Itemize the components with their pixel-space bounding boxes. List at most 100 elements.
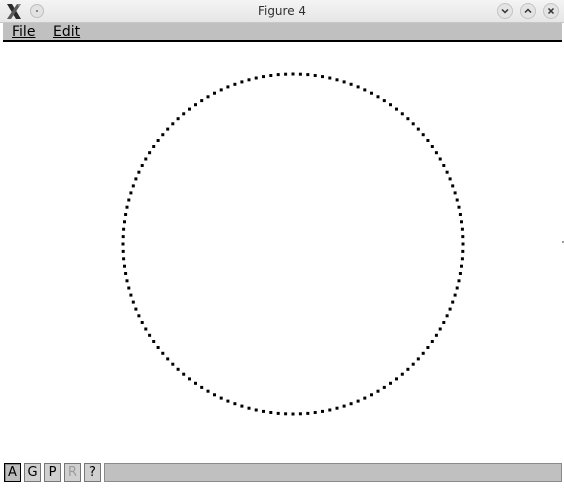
circle-point <box>342 404 346 408</box>
circle-point <box>356 85 360 89</box>
circle-point <box>328 76 332 80</box>
tool-button-p[interactable]: P <box>44 463 61 482</box>
circle-point <box>134 177 138 181</box>
circle-point <box>156 346 160 349</box>
circle-point <box>382 99 386 103</box>
circle-point <box>122 257 126 261</box>
circle-point <box>376 389 380 393</box>
circle-point <box>460 264 463 268</box>
circle-point <box>395 377 398 381</box>
circle-point <box>161 351 165 355</box>
help-button[interactable]: ? <box>84 463 101 482</box>
circle-point <box>434 333 438 337</box>
circle-point <box>125 205 129 209</box>
circle-point <box>269 411 273 414</box>
circle-point <box>200 385 204 389</box>
circle-point <box>376 95 380 99</box>
circle-point <box>194 103 197 107</box>
menu-file[interactable]: File <box>12 24 35 40</box>
circle-point <box>233 402 237 406</box>
figure-canvas[interactable] <box>0 44 564 462</box>
circle-point <box>276 73 280 77</box>
circle-point <box>445 170 449 174</box>
circle-point <box>416 357 420 361</box>
circle-point <box>363 88 367 92</box>
circle-point <box>313 411 317 414</box>
circle-point <box>298 72 302 76</box>
circle-point <box>451 184 455 188</box>
circle-point <box>123 264 126 268</box>
circle-point <box>123 220 126 224</box>
circle-point <box>171 122 175 126</box>
circle-point <box>298 412 302 416</box>
circle-point <box>161 133 165 137</box>
circle-point <box>321 409 324 413</box>
circle-point <box>134 307 138 311</box>
circle-point <box>219 88 223 92</box>
circle-point <box>276 411 280 415</box>
circle-point <box>451 300 455 304</box>
menu-edit-label: Edit <box>53 24 81 40</box>
circle-point <box>262 75 265 79</box>
circle-point <box>306 73 310 77</box>
circle-point <box>269 74 273 77</box>
circle-point <box>144 327 148 331</box>
circle-point <box>389 103 392 107</box>
circle-point <box>453 293 457 297</box>
circle-point <box>152 340 156 343</box>
tool-button-a[interactable]: A <box>4 463 21 482</box>
circle-point <box>430 145 434 148</box>
circle-point <box>137 170 141 174</box>
maximize-button[interactable] <box>520 3 536 19</box>
circle-point <box>182 112 186 116</box>
circle-point <box>411 362 415 366</box>
circle-point <box>400 112 404 116</box>
circle-point <box>188 107 191 111</box>
circle-point <box>226 85 230 89</box>
circle-point <box>140 164 144 167</box>
circle-point <box>421 133 425 137</box>
circle-point <box>349 82 353 86</box>
minimize-button[interactable] <box>497 3 513 19</box>
title-bar[interactable]: Figure 4 <box>0 0 564 23</box>
circle-point <box>442 321 446 324</box>
circle-point <box>284 72 288 76</box>
circle-point <box>457 205 461 209</box>
menu-file-label: File <box>12 24 36 40</box>
circle-point <box>206 95 210 99</box>
tool-button-r[interactable]: R <box>64 463 81 482</box>
chevron-up-icon <box>524 8 532 14</box>
circle-point <box>426 139 430 142</box>
circle-point <box>445 314 449 318</box>
circle-point <box>131 300 135 304</box>
circle-point <box>131 184 135 188</box>
circle-point <box>448 307 452 311</box>
circle-point <box>416 127 420 131</box>
circle-point <box>370 393 373 397</box>
close-button[interactable] <box>543 3 559 19</box>
circle-point <box>254 408 258 412</box>
tool-button-g[interactable]: G <box>24 463 41 482</box>
circle-point <box>460 257 464 261</box>
circle-point <box>411 122 415 126</box>
circle-point <box>442 164 446 167</box>
circle-point <box>395 107 398 111</box>
circle-point <box>148 333 152 337</box>
circle-point <box>226 399 230 403</box>
circle-point <box>291 72 295 76</box>
circle-point <box>426 346 430 349</box>
circle-point <box>166 127 170 131</box>
circle-point <box>448 177 452 181</box>
circle-point <box>124 213 128 216</box>
circle-point <box>438 157 442 161</box>
circle-point <box>461 249 465 253</box>
circle-point <box>382 385 386 389</box>
circle-point <box>400 372 404 376</box>
menu-edit[interactable]: Edit <box>53 24 80 40</box>
circle-point <box>219 396 223 400</box>
circle-point <box>453 191 457 195</box>
circle-point <box>144 157 148 161</box>
circle-point <box>406 117 410 121</box>
menu-bar: File Edit <box>3 23 562 42</box>
chevron-down-icon <box>501 8 509 14</box>
